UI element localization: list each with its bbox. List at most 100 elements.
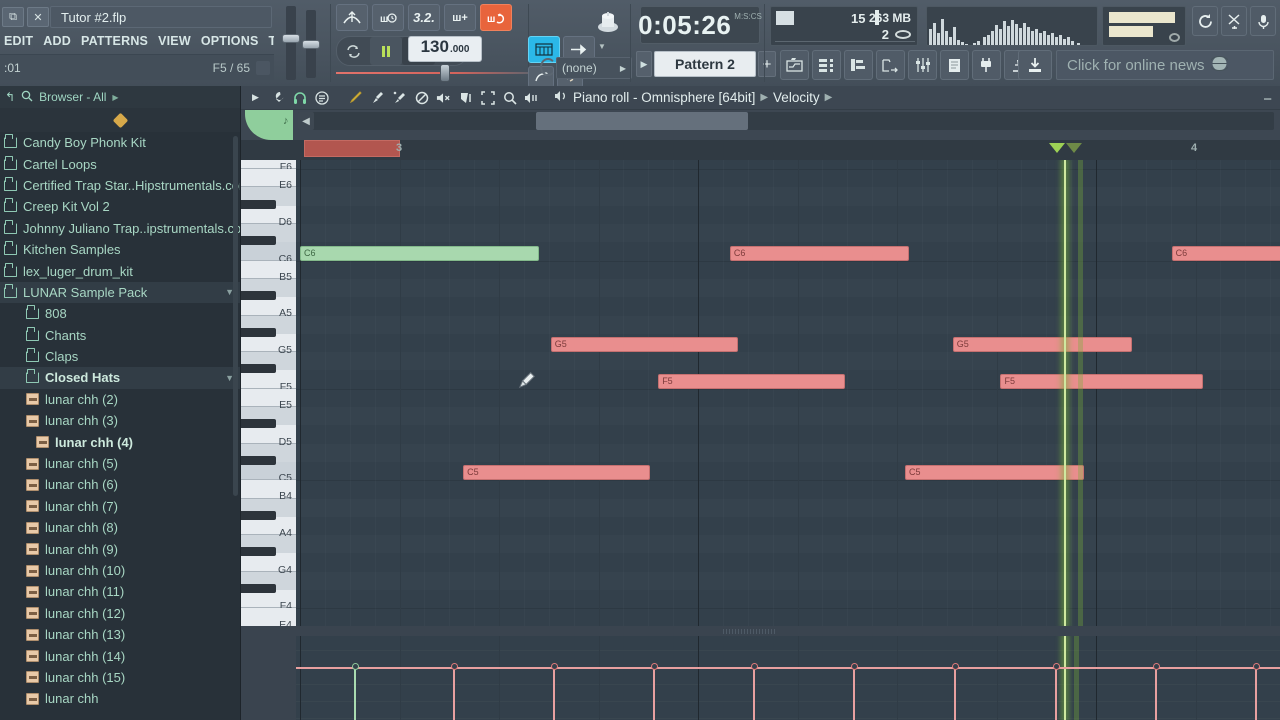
browser-tree[interactable]: Candy Boy Phonk Kit Cartel Loops Certified… bbox=[0, 132, 240, 720]
close-icon[interactable]: ✕ bbox=[27, 7, 49, 27]
piano-keyboard[interactable]: F6 E6 D6 C6 B5 A5 G5 F5 E5 D5 C5 B4 A4 G4 F4 E4 bbox=[241, 160, 296, 626]
minimize-button[interactable]: − bbox=[1263, 91, 1272, 108]
restore-icon[interactable]: ⧉ bbox=[2, 7, 24, 27]
velocity-stem[interactable] bbox=[354, 667, 356, 720]
paint-multi-icon[interactable] bbox=[392, 90, 407, 105]
menu-arrow-icon[interactable]: ▶ bbox=[248, 90, 263, 105]
piano-black-key[interactable] bbox=[241, 236, 276, 246]
refresh-icon[interactable] bbox=[1192, 6, 1218, 36]
pencil-icon[interactable] bbox=[348, 90, 363, 105]
tempo-field[interactable]: 130.000 bbox=[408, 36, 482, 62]
velocity-handle[interactable] bbox=[951, 663, 959, 670]
velocity-stem[interactable] bbox=[1255, 667, 1257, 720]
master-level-knob[interactable] bbox=[1169, 33, 1180, 42]
velocity-stem[interactable] bbox=[453, 667, 455, 720]
online-news-bar[interactable]: Click for online news bbox=[1056, 50, 1274, 80]
velocity-handle[interactable] bbox=[850, 663, 858, 670]
loop-mode-button[interactable] bbox=[337, 37, 370, 65]
scrollbar-thumb[interactable] bbox=[536, 112, 748, 130]
project-picker-button[interactable] bbox=[940, 50, 969, 80]
scroll-left-button[interactable]: ◀ bbox=[298, 112, 314, 130]
song-position-slider[interactable] bbox=[336, 64, 536, 82]
velocity-stem[interactable] bbox=[853, 667, 855, 720]
menu-item-options[interactable]: OPTIONS bbox=[201, 34, 259, 48]
velocity-grid[interactable] bbox=[296, 636, 1280, 720]
search-icon[interactable] bbox=[21, 90, 33, 105]
velocity-stem[interactable] bbox=[954, 667, 956, 720]
time-display[interactable]: 0:05:26 M:S:CS bbox=[638, 6, 762, 44]
browser-item[interactable]: lunar chh (10) bbox=[0, 560, 240, 581]
piano-roll-note[interactable]: G5 bbox=[550, 337, 738, 352]
countdown-icon[interactable]: 3.2. bbox=[408, 4, 440, 31]
piano-roll-note[interactable]: C6 bbox=[729, 245, 909, 261]
plugin-picker-button[interactable] bbox=[972, 50, 1001, 80]
piano-roll-note[interactable]: C6 bbox=[300, 245, 539, 261]
playhead-marker-secondary[interactable] bbox=[1066, 143, 1082, 153]
menu-item-edit[interactable]: EDIT bbox=[4, 34, 33, 48]
velocity-handle[interactable] bbox=[650, 663, 658, 670]
velocity-handle[interactable] bbox=[351, 663, 359, 670]
microphone-icon[interactable] bbox=[1250, 6, 1276, 36]
browser-item[interactable]: lunar chh bbox=[0, 688, 240, 709]
chevron-down-icon[interactable]: ▼ bbox=[598, 42, 606, 51]
delete-icon[interactable] bbox=[414, 90, 429, 105]
piano-roll-note[interactable]: F5 bbox=[1000, 373, 1204, 389]
slider-knob[interactable] bbox=[440, 64, 450, 82]
pitch-bend-icon[interactable] bbox=[336, 4, 368, 31]
piano-black-key[interactable] bbox=[241, 291, 276, 301]
pattern-add-button[interactable]: + bbox=[758, 51, 776, 77]
browser-item[interactable]: LUNAR Sample Pack ▼ bbox=[0, 281, 240, 304]
master-volume-slider[interactable] bbox=[282, 6, 300, 80]
browser-item[interactable]: Claps bbox=[0, 346, 240, 367]
list-icon[interactable] bbox=[314, 90, 329, 105]
note-grid[interactable]: C6G5F5C5C6C5G5F5C6C5 bbox=[296, 160, 1280, 626]
playhead-marker[interactable] bbox=[1049, 143, 1065, 153]
browser-item[interactable]: 808 bbox=[0, 303, 240, 324]
velocity-stem[interactable] bbox=[653, 667, 655, 720]
browser-item[interactable]: lex_luger_drum_kit bbox=[0, 260, 240, 281]
piano-roll-note[interactable]: C6 bbox=[1171, 245, 1280, 261]
browser-item[interactable]: lunar chh (11) bbox=[0, 581, 240, 602]
browser-item[interactable]: lunar chh (5) bbox=[0, 453, 240, 474]
cut-icon[interactable] bbox=[1221, 6, 1247, 36]
step-sequencer-button[interactable] bbox=[812, 50, 841, 80]
pattern-name-field[interactable]: Pattern 2 bbox=[654, 51, 756, 77]
browser-scrollbar[interactable] bbox=[233, 136, 238, 496]
wrench-icon[interactable] bbox=[270, 90, 285, 105]
velocity-stem[interactable] bbox=[1055, 667, 1057, 720]
browser-item[interactable]: lunar chh (14) bbox=[0, 645, 240, 666]
browser-item[interactable]: Kitchen Samples bbox=[0, 239, 240, 260]
metronome-icon[interactable]: ш bbox=[372, 4, 404, 31]
piano-roll-note[interactable]: F5 bbox=[658, 373, 846, 389]
velocity-handle[interactable] bbox=[1252, 663, 1260, 670]
piano-roll-note[interactable]: C5 bbox=[904, 465, 1085, 481]
browser-item[interactable]: lunar chh (2) bbox=[0, 389, 240, 410]
paint-icon[interactable] bbox=[370, 90, 385, 105]
velocity-handle[interactable] bbox=[750, 663, 758, 670]
mute-icon[interactable] bbox=[436, 90, 451, 105]
browser-item[interactable]: lunar chh (15) bbox=[0, 667, 240, 688]
menu-item-add[interactable]: ADD bbox=[43, 34, 71, 48]
piano-roll-note[interactable]: C5 bbox=[463, 465, 651, 481]
pause-icon[interactable] bbox=[369, 37, 402, 65]
piano-black-key[interactable] bbox=[241, 419, 276, 429]
velocity-stem[interactable] bbox=[1155, 667, 1157, 720]
browser-item[interactable]: Cartel Loops bbox=[0, 153, 240, 174]
piano-black-key[interactable] bbox=[241, 547, 276, 557]
piano-roll-timeline[interactable]: 3 4 bbox=[241, 140, 1280, 160]
pattern-menu-button[interactable]: ▶ bbox=[636, 51, 652, 77]
volume-knob[interactable] bbox=[282, 34, 300, 43]
project-title[interactable]: Tutor #2.flp bbox=[50, 6, 272, 28]
browser-item[interactable]: lunar chh (12) bbox=[0, 603, 240, 624]
playlist-button[interactable] bbox=[780, 50, 809, 80]
piano-roll-note[interactable]: G5 bbox=[952, 337, 1132, 352]
browser-item[interactable]: lunar chh (9) bbox=[0, 538, 240, 559]
pattern-length-bar[interactable] bbox=[304, 140, 400, 157]
velocity-handle[interactable] bbox=[550, 663, 558, 670]
velocity-handle[interactable] bbox=[1052, 663, 1060, 670]
browser-item[interactable]: lunar chh (13) bbox=[0, 624, 240, 645]
velocity-stem[interactable] bbox=[753, 667, 755, 720]
download-icon[interactable] bbox=[1018, 50, 1052, 80]
piano-roll-button[interactable] bbox=[844, 50, 873, 80]
record-loop-icon[interactable]: ш bbox=[480, 4, 512, 31]
